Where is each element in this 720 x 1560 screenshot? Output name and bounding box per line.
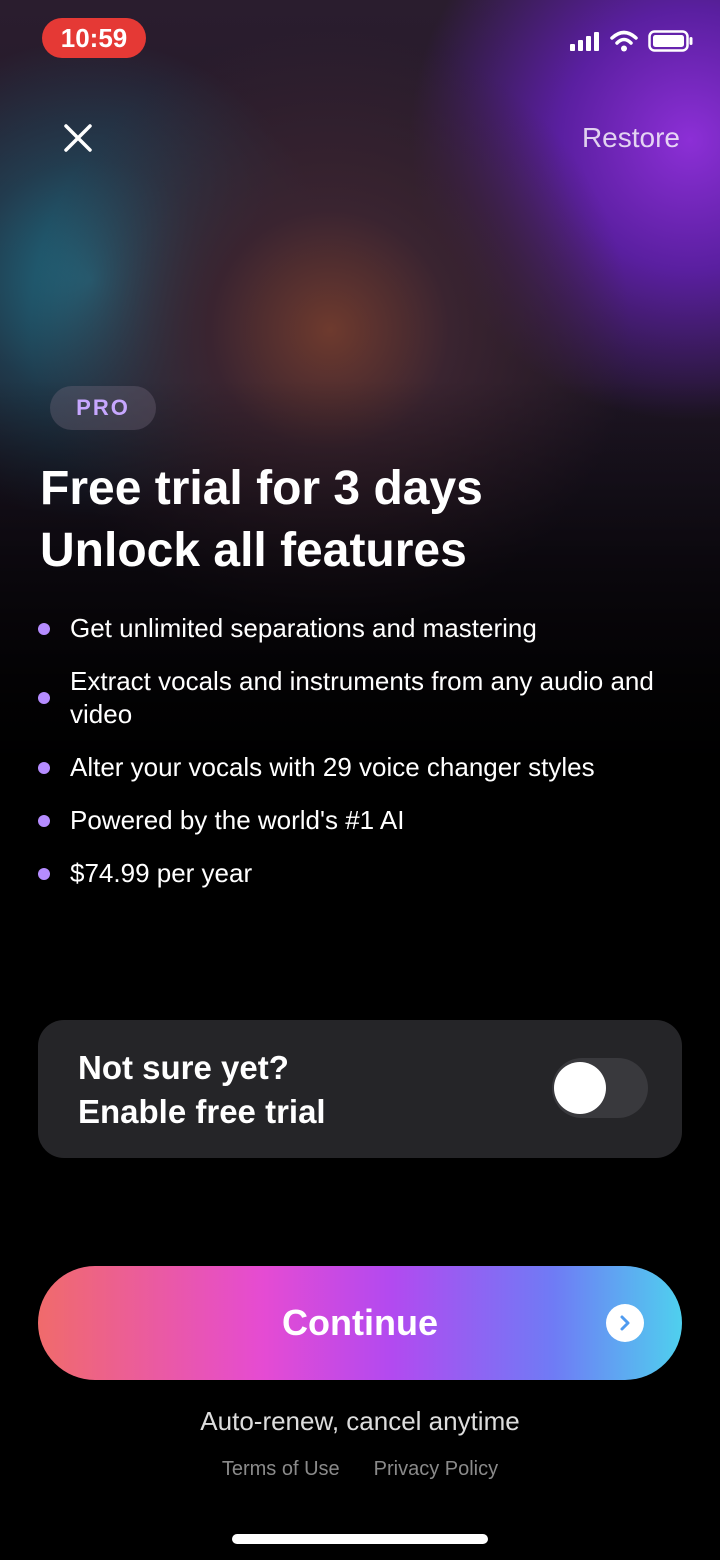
bullet-dot-icon	[38, 622, 50, 635]
headline-line-2: Unlock all features	[40, 524, 467, 577]
feature-list: Get unlimited separations and mastering …	[36, 612, 676, 910]
feature-text: Extract vocals and instruments from any …	[70, 666, 654, 729]
free-trial-line-2: Enable free trial	[78, 1093, 326, 1130]
feature-text: Get unlimited separations and mastering	[70, 613, 537, 643]
terms-of-use-link[interactable]: Terms of Use	[222, 1458, 340, 1481]
status-icons	[570, 30, 694, 52]
bullet-dot-icon	[38, 761, 50, 774]
headline: Free trial for 3 days Unlock all feature…	[40, 458, 680, 582]
wifi-icon	[610, 30, 638, 52]
feature-item: Extract vocals and instruments from any …	[36, 665, 676, 731]
continue-label: Continue	[282, 1302, 438, 1343]
home-indicator	[232, 1534, 488, 1544]
free-trial-text: Not sure yet? Enable free trial	[78, 1046, 326, 1134]
status-time: 10:59	[42, 18, 146, 58]
legal-links: Terms of Use Privacy Policy	[0, 1458, 720, 1481]
close-icon	[64, 124, 92, 152]
chevron-right-icon	[606, 1304, 644, 1342]
feature-item: Powered by the world's #1 AI	[36, 804, 676, 837]
feature-text: $74.99 per year	[70, 858, 253, 888]
restore-button[interactable]: Restore	[582, 122, 680, 154]
bullet-dot-icon	[38, 867, 50, 880]
feature-text: Powered by the world's #1 AI	[70, 805, 405, 835]
continue-button[interactable]: Continue	[38, 1266, 682, 1380]
free-trial-card: Not sure yet? Enable free trial	[38, 1020, 682, 1158]
feature-item: $74.99 per year	[36, 857, 676, 890]
feature-text: Alter your vocals with 29 voice changer …	[70, 752, 595, 782]
status-bar: 10:59	[0, 0, 720, 80]
feature-item: Alter your vocals with 29 voice changer …	[36, 751, 676, 784]
free-trial-line-1: Not sure yet?	[78, 1049, 289, 1086]
battery-icon	[648, 30, 693, 52]
close-button[interactable]	[56, 116, 100, 160]
feature-item: Get unlimited separations and mastering	[36, 612, 676, 645]
auto-renew-text: Auto-renew, cancel anytime	[200, 1406, 520, 1436]
pro-badge: PRO	[50, 386, 156, 430]
toggle-knob	[554, 1062, 606, 1114]
cellular-signal-icon	[570, 32, 599, 51]
bullet-dot-icon	[38, 692, 50, 704]
privacy-policy-link[interactable]: Privacy Policy	[374, 1458, 498, 1481]
bullet-dot-icon	[38, 814, 50, 827]
free-trial-toggle[interactable]	[552, 1058, 648, 1118]
headline-line-1: Free trial for 3 days	[40, 462, 483, 515]
